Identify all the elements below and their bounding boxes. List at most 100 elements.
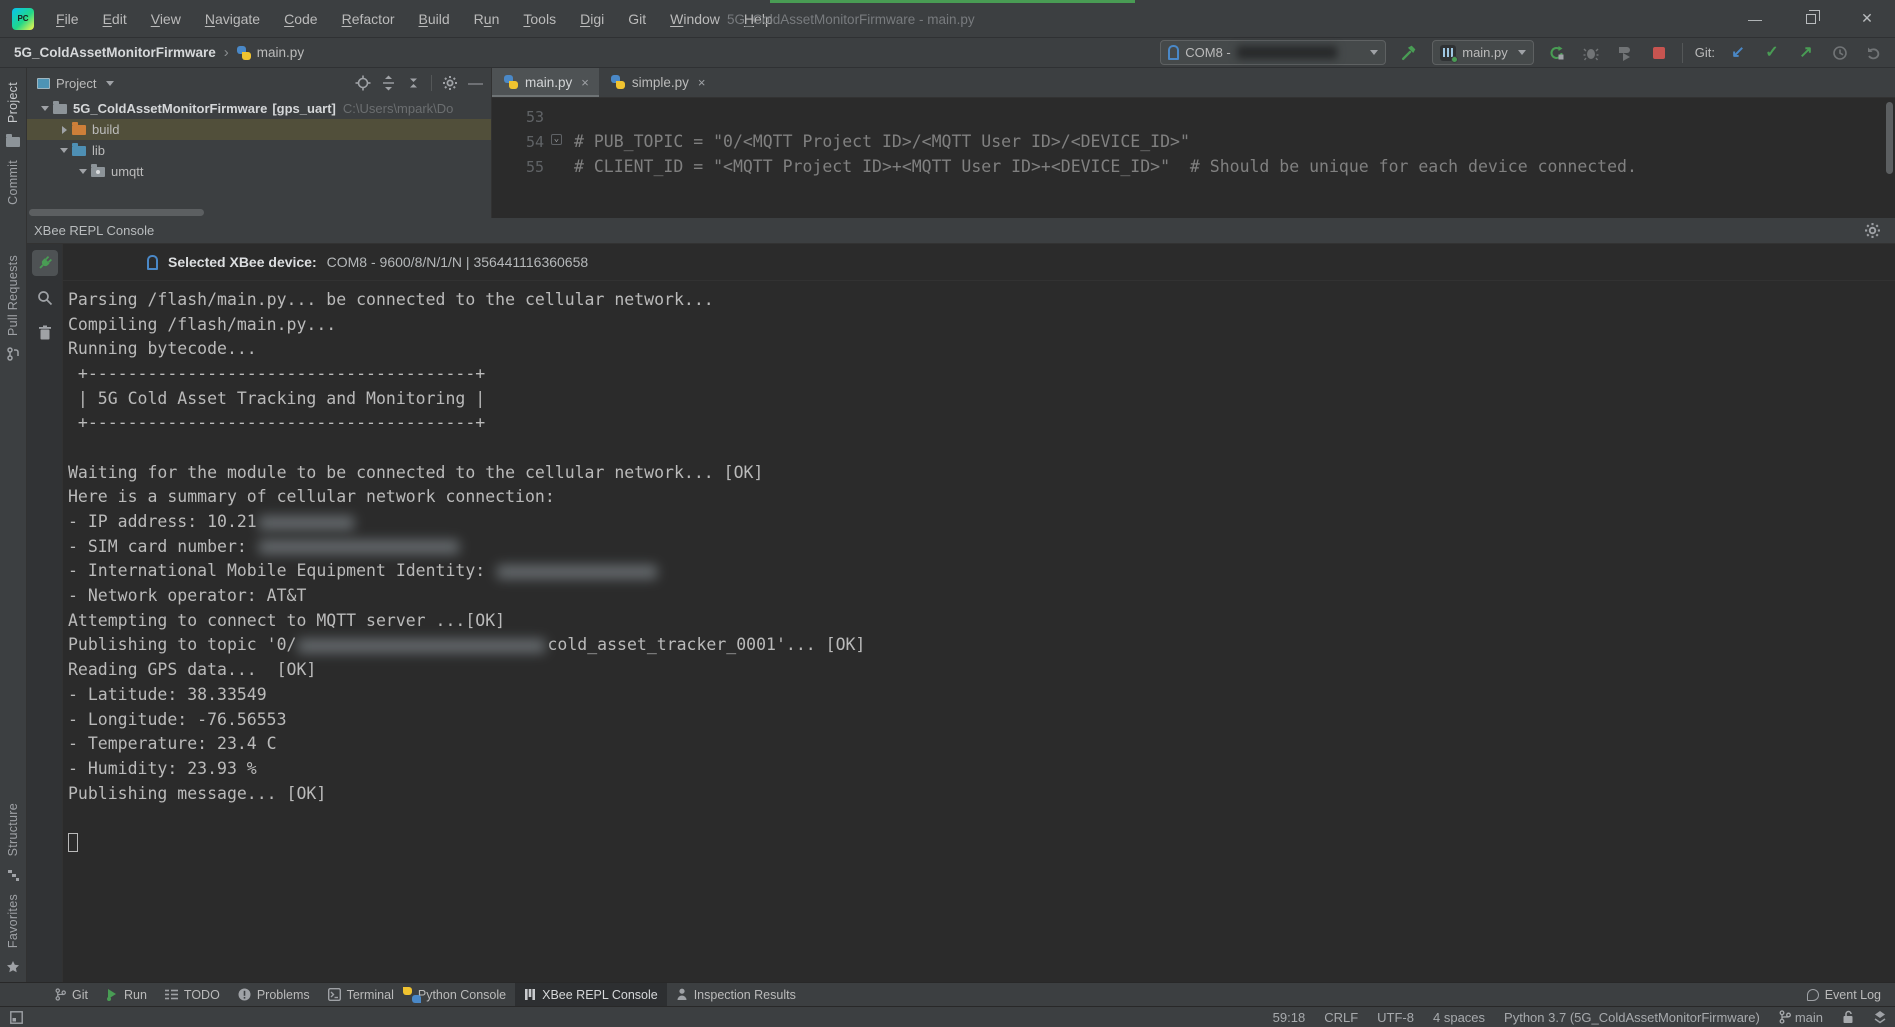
collapse-all-button[interactable] bbox=[406, 75, 421, 91]
coverage-button[interactable] bbox=[1614, 42, 1636, 64]
history-button[interactable] bbox=[1829, 42, 1851, 64]
chevron-down-icon[interactable] bbox=[75, 169, 91, 174]
menu-run[interactable]: Run bbox=[464, 7, 510, 31]
editor-tab-simple.py[interactable]: simple.py× bbox=[599, 68, 716, 97]
menu-edit[interactable]: Edit bbox=[93, 7, 137, 31]
locate-file-button[interactable] bbox=[355, 75, 371, 91]
stripe-item-favorites[interactable]: Favorites bbox=[6, 888, 20, 954]
rollback-button[interactable] bbox=[1863, 42, 1885, 64]
panel-divider bbox=[431, 75, 432, 91]
status-item[interactable]: Python 3.7 (5G_ColdAssetMonitorFirmware) bbox=[1504, 1010, 1760, 1025]
commit-check-icon: ✓ bbox=[1765, 45, 1778, 61]
git-commit-button[interactable]: ✓ bbox=[1761, 42, 1783, 64]
clear-console-button[interactable] bbox=[32, 320, 58, 346]
indicator-widget[interactable] bbox=[1873, 1010, 1887, 1024]
status-item[interactable]: UTF-8 bbox=[1377, 1010, 1414, 1025]
chevron-right-icon[interactable] bbox=[56, 126, 72, 134]
breadcrumb-file[interactable]: main.py bbox=[257, 45, 304, 60]
project-folder-icon bbox=[6, 134, 21, 149]
rerun-button[interactable] bbox=[1546, 42, 1568, 64]
console-line: - IP address: 10.21 bbox=[68, 509, 1895, 534]
restore-button[interactable] bbox=[1783, 0, 1839, 38]
lock-widget[interactable] bbox=[1842, 1010, 1854, 1024]
window-controls: — ✕ bbox=[1727, 0, 1895, 38]
title-bar: PC FileEditViewNavigateCodeRefactorBuild… bbox=[0, 0, 1895, 38]
event-log-button[interactable]: Event Log bbox=[1807, 988, 1895, 1002]
horizontal-scrollbar-thumb[interactable] bbox=[29, 209, 204, 216]
hammer-icon bbox=[1401, 44, 1418, 61]
tree-item-tag: [gps_uart] bbox=[272, 101, 336, 116]
git-update-button[interactable]: ↙ bbox=[1727, 42, 1749, 64]
console-line: - Temperature: 23.4 C bbox=[68, 731, 1895, 756]
console-line: - Humidity: 23.93 % bbox=[68, 756, 1895, 781]
tree-row-5G_ColdAssetMonitorFirmware[interactable]: 5G_ColdAssetMonitorFirmware[gps_uart]C:\… bbox=[27, 98, 491, 119]
editor-tab-main.py[interactable]: main.py× bbox=[492, 68, 599, 97]
breadcrumb-project[interactable]: 5G_ColdAssetMonitorFirmware bbox=[14, 45, 216, 60]
menu-build[interactable]: Build bbox=[409, 7, 460, 31]
toolwindow-tab-todo[interactable]: TODO bbox=[156, 983, 229, 1007]
search-button[interactable] bbox=[32, 285, 58, 311]
toolwindow-tab-python-console[interactable]: Python Console bbox=[403, 983, 515, 1007]
tree-row-umqtt[interactable]: umqtt bbox=[27, 161, 491, 182]
close-tab-icon[interactable]: × bbox=[581, 75, 589, 90]
status-item[interactable]: 59:18 bbox=[1273, 1010, 1306, 1025]
status-item[interactable]: CRLF bbox=[1324, 1010, 1358, 1025]
tree-item-path: C:\Users\mpark\Do bbox=[343, 101, 454, 116]
toolwindow-tab-git[interactable]: Git bbox=[46, 983, 97, 1007]
menu-refactor[interactable]: Refactor bbox=[332, 7, 405, 31]
stop-button[interactable] bbox=[1648, 42, 1670, 64]
stripe-item-commit[interactable]: Commit bbox=[6, 154, 20, 211]
console-settings-button[interactable] bbox=[1864, 222, 1881, 239]
console-line bbox=[68, 435, 1895, 460]
vertical-scrollbar-thumb[interactable] bbox=[1886, 102, 1893, 174]
close-tab-icon[interactable]: × bbox=[698, 75, 706, 90]
console-line: Publishing to topic '0/cold_asset_tracke… bbox=[68, 633, 1895, 658]
expand-all-button[interactable] bbox=[381, 75, 396, 91]
menu-view[interactable]: View bbox=[141, 7, 191, 31]
stripe-item-project[interactable]: Project bbox=[6, 76, 20, 129]
pycharm-window: PC FileEditViewNavigateCodeRefactorBuild… bbox=[0, 0, 1895, 1027]
project-tool-window: Project bbox=[27, 68, 492, 218]
close-button[interactable]: ✕ bbox=[1839, 0, 1895, 38]
hide-panel-button[interactable]: — bbox=[468, 75, 483, 92]
console-output[interactable]: Parsing /flash/main.py... be connected t… bbox=[63, 281, 1895, 982]
build-hammer-button[interactable] bbox=[1398, 42, 1420, 64]
git-push-button[interactable]: ↗ bbox=[1795, 42, 1817, 64]
clock-icon bbox=[1832, 45, 1848, 61]
menu-digi[interactable]: Digi bbox=[570, 7, 614, 31]
device-selector[interactable]: COM8 - bbox=[1160, 40, 1386, 65]
fold-marker-icon[interactable]: ⌄ bbox=[551, 134, 562, 145]
menu-git[interactable]: Git bbox=[618, 7, 656, 31]
toolwindow-toggle-button[interactable] bbox=[10, 1011, 23, 1024]
menu-navigate[interactable]: Navigate bbox=[195, 7, 270, 31]
console-text: Compiling /flash/main.py... bbox=[68, 315, 336, 334]
menu-tools[interactable]: Tools bbox=[513, 7, 566, 31]
stripe-item-pull-requests[interactable]: Pull Requests bbox=[6, 249, 20, 342]
menu-window[interactable]: Window bbox=[660, 7, 730, 31]
toolwindow-tab-problems[interactable]: Problems bbox=[229, 983, 319, 1007]
chevron-down-icon[interactable] bbox=[56, 148, 72, 153]
git-branch-widget[interactable]: main bbox=[1779, 1010, 1823, 1025]
menu-file[interactable]: File bbox=[46, 7, 89, 31]
code-viewport[interactable]: 5354⌄# PUB_TOPIC = "0/<MQTT Project ID>/… bbox=[492, 98, 1895, 218]
toolwindow-tab-xbee-repl-console[interactable]: XBee REPL Console bbox=[515, 983, 667, 1007]
tree-row-build[interactable]: build bbox=[27, 119, 491, 140]
toolwindow-tab-terminal[interactable]: Terminal bbox=[319, 983, 403, 1007]
toolwindow-tab-run[interactable]: Run bbox=[97, 983, 156, 1007]
stripe-item-structure[interactable]: Structure bbox=[6, 797, 20, 862]
chevron-down-icon[interactable] bbox=[37, 106, 53, 111]
trash-icon bbox=[38, 325, 52, 341]
connect-button[interactable] bbox=[32, 250, 58, 276]
console-text: - IP address: 10.21 bbox=[68, 512, 257, 531]
minimize-button[interactable]: — bbox=[1727, 0, 1783, 38]
toolwindow-tab-inspection-results[interactable]: Inspection Results bbox=[667, 983, 805, 1007]
debug-button[interactable] bbox=[1580, 42, 1602, 64]
line-number: 55 bbox=[492, 158, 560, 176]
status-item[interactable]: 4 spaces bbox=[1433, 1010, 1485, 1025]
console-line: Reading GPS data... [OK] bbox=[68, 657, 1895, 682]
menu-code[interactable]: Code bbox=[274, 7, 327, 31]
run-configuration-selector[interactable]: main.py bbox=[1432, 40, 1534, 65]
tree-row-lib[interactable]: lib bbox=[27, 140, 491, 161]
project-panel-title-dropdown[interactable]: Project bbox=[37, 76, 114, 91]
project-settings-button[interactable] bbox=[442, 75, 458, 91]
